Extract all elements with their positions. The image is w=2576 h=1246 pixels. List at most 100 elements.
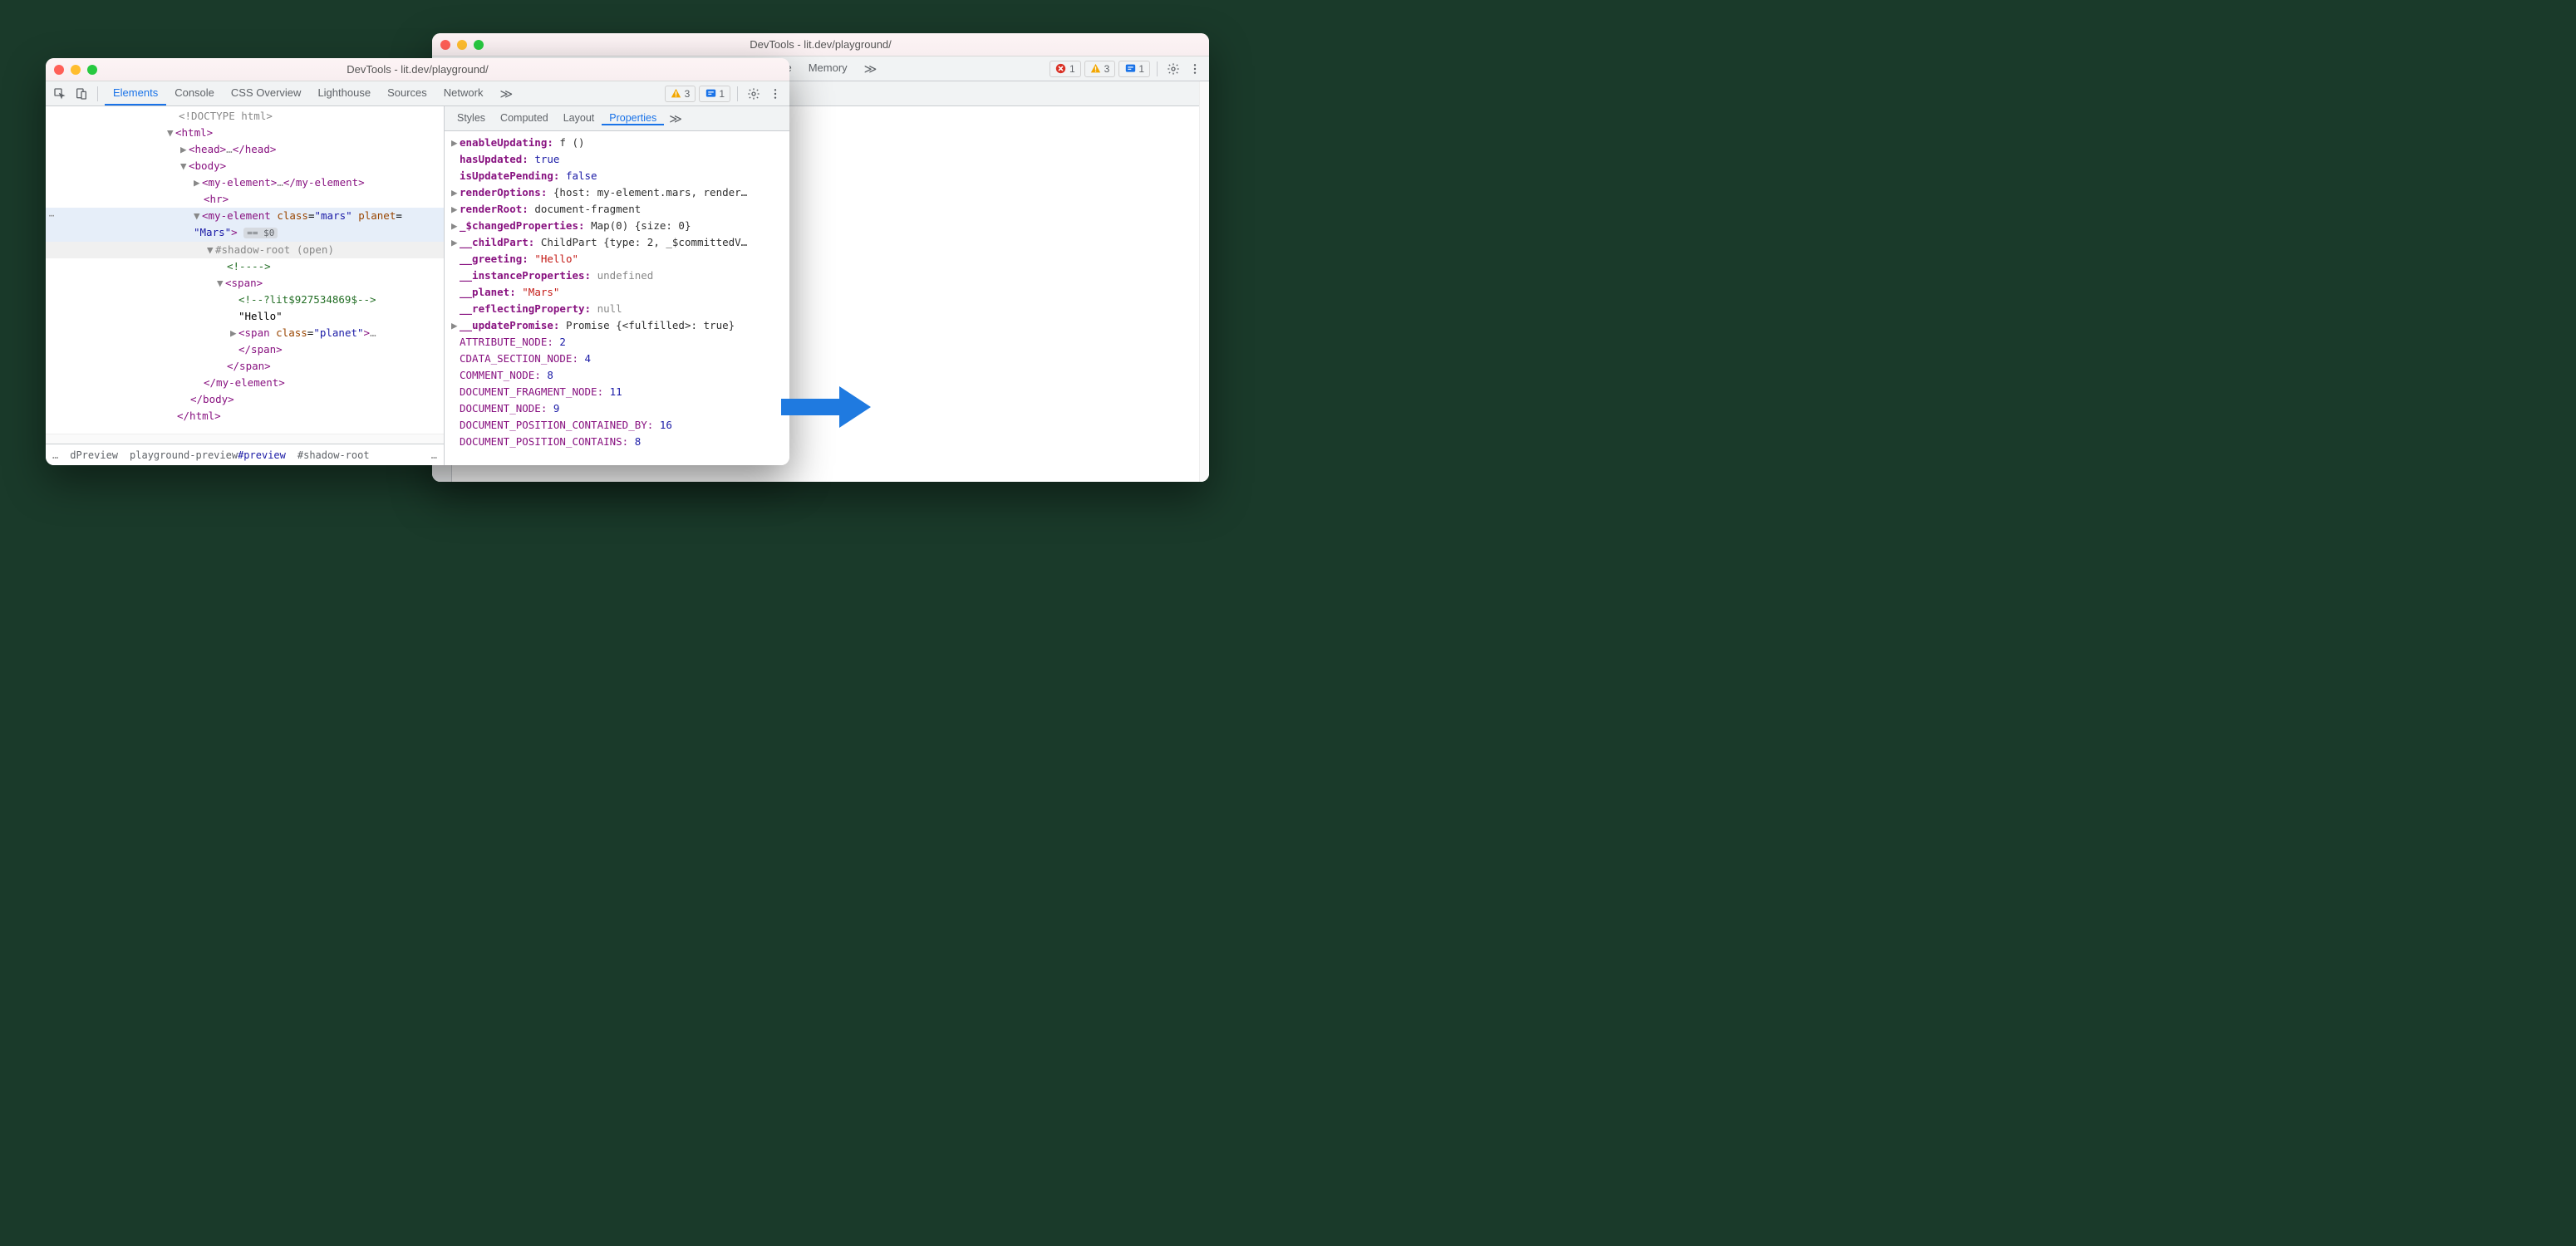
warnings-badge[interactable]: 3 bbox=[665, 86, 696, 102]
dom-node[interactable]: ▶<span class="planet">… bbox=[46, 325, 444, 341]
close-dot[interactable] bbox=[440, 40, 450, 50]
property-value: "Hello" bbox=[534, 253, 578, 265]
breadcrumb[interactable]: dPreview bbox=[70, 449, 118, 461]
close-dot[interactable] bbox=[54, 65, 64, 75]
property-row[interactable]: ▶__updatePromise: Promise {<fulfilled>: … bbox=[445, 317, 789, 334]
property-row[interactable]: ▶renderOptions: {host: my-element.mars, … bbox=[445, 184, 789, 201]
dom-node[interactable]: </body> bbox=[46, 391, 444, 408]
property-row[interactable]: COMMENT_NODE: 8 bbox=[445, 367, 789, 384]
property-value: document-fragment bbox=[534, 203, 641, 215]
dom-node[interactable]: </span> bbox=[46, 341, 444, 358]
dom-comment[interactable]: <!----> bbox=[46, 258, 444, 275]
property-row[interactable]: DOCUMENT_POSITION_CONTAINS: 8 bbox=[445, 434, 789, 450]
settings-icon[interactable] bbox=[1164, 60, 1182, 78]
dom-node[interactable]: ▼<html> bbox=[46, 125, 444, 141]
dom-node[interactable]: </span> bbox=[46, 358, 444, 375]
kebab-menu-icon[interactable] bbox=[766, 85, 784, 103]
tabs-overflow-icon[interactable]: ≫ bbox=[494, 86, 518, 101]
device-toggle-icon[interactable] bbox=[72, 85, 91, 103]
zoom-dot[interactable] bbox=[87, 65, 97, 75]
dom-node[interactable]: </my-element> bbox=[46, 375, 444, 391]
property-row[interactable]: ▶enableUpdating: f () bbox=[445, 135, 789, 151]
dom-tree[interactable]: <!DOCTYPE html> ▼<html> ▶<head>…</head> … bbox=[46, 106, 444, 434]
property-row[interactable]: ▶renderRoot: document-fragment bbox=[445, 201, 789, 218]
expand-triangle-icon[interactable]: ▶ bbox=[451, 317, 460, 334]
tab-elements[interactable]: Elements bbox=[105, 81, 166, 105]
breadcrumbs-overflow-left-icon[interactable]: … bbox=[52, 449, 58, 461]
property-value: ChildPart {type: 2, _$committedV… bbox=[541, 236, 747, 248]
property-key: DOCUMENT_NODE bbox=[460, 402, 541, 415]
breadcrumbs-overflow-right-icon[interactable]: … bbox=[431, 449, 437, 461]
property-row[interactable]: hasUpdated: true bbox=[445, 151, 789, 168]
warnings-count: 3 bbox=[685, 88, 691, 100]
warnings-badge[interactable]: 3 bbox=[1084, 61, 1116, 77]
issues-count: 1 bbox=[719, 88, 725, 100]
dom-node[interactable]: ▼<body> bbox=[46, 158, 444, 174]
expand-triangle-icon[interactable]: ▶ bbox=[451, 184, 460, 201]
kebab-menu-icon[interactable] bbox=[1186, 60, 1204, 78]
property-value: 2 bbox=[559, 336, 566, 348]
property-row[interactable]: __reflectingProperty: null bbox=[445, 301, 789, 317]
side-panel: Styles Computed Layout Properties ≫ ▶ena… bbox=[445, 106, 789, 465]
dom-node[interactable]: ▶<head>…</head> bbox=[46, 141, 444, 158]
dom-text[interactable]: "Hello" bbox=[46, 308, 444, 325]
property-key: isUpdatePending bbox=[460, 169, 553, 182]
dom-node-selected[interactable]: ⋯ ▼<my-element class="mars" planet= bbox=[46, 208, 444, 224]
dom-comment[interactable]: <!--?lit$927534869$--> bbox=[46, 292, 444, 308]
property-row[interactable]: isUpdatePending: false bbox=[445, 168, 789, 184]
dom-node[interactable]: ▶<my-element>…</my-element> bbox=[46, 174, 444, 191]
tab-network[interactable]: Network bbox=[435, 81, 492, 105]
inspect-icon[interactable] bbox=[51, 85, 69, 103]
property-row[interactable]: ATTRIBUTE_NODE: 2 bbox=[445, 334, 789, 351]
tab-lighthouse[interactable]: Lighthouse bbox=[309, 81, 379, 105]
dom-node[interactable]: ▼<span> bbox=[46, 275, 444, 292]
side-tab-layout[interactable]: Layout bbox=[556, 112, 602, 125]
expand-triangle-icon[interactable]: ▶ bbox=[451, 201, 460, 218]
tab-sources[interactable]: Sources bbox=[379, 81, 435, 105]
property-row[interactable]: ▶__childPart: ChildPart {type: 2, _$comm… bbox=[445, 234, 789, 251]
issues-badge[interactable]: 1 bbox=[1118, 61, 1150, 77]
dom-node-selected-cont[interactable]: "Mars"> == $0 bbox=[46, 224, 444, 242]
issues-badge[interactable]: 1 bbox=[699, 86, 730, 102]
scrollbar[interactable] bbox=[1199, 81, 1209, 482]
titlebar: DevTools - lit.dev/playground/ bbox=[46, 58, 789, 81]
side-tab-computed[interactable]: Computed bbox=[493, 112, 556, 125]
expand-triangle-icon[interactable]: ▶ bbox=[451, 218, 460, 234]
dom-node[interactable]: </html> bbox=[46, 408, 444, 424]
expand-triangle-icon[interactable]: ▶ bbox=[451, 135, 460, 151]
property-row[interactable]: __instanceProperties: undefined bbox=[445, 267, 789, 284]
property-row[interactable]: __greeting: "Hello" bbox=[445, 251, 789, 267]
minimize-dot[interactable] bbox=[71, 65, 81, 75]
breadcrumb[interactable]: #shadow-root bbox=[297, 449, 370, 461]
tabs-overflow-icon[interactable]: ≫ bbox=[859, 61, 882, 76]
property-key: enableUpdating bbox=[460, 136, 547, 149]
breadcrumb[interactable]: playground-preview#preview bbox=[130, 449, 286, 461]
issues-icon bbox=[1124, 63, 1136, 75]
property-row[interactable]: DOCUMENT_FRAGMENT_NODE: 11 bbox=[445, 384, 789, 400]
minimize-dot[interactable] bbox=[457, 40, 467, 50]
side-tabs: Styles Computed Layout Properties ≫ bbox=[445, 106, 789, 131]
scrollbar-horizontal[interactable] bbox=[46, 434, 444, 444]
dom-node[interactable]: <hr> bbox=[46, 191, 444, 208]
property-row[interactable]: CDATA_SECTION_NODE: 4 bbox=[445, 351, 789, 367]
expand-triangle-icon[interactable]: ▶ bbox=[451, 234, 460, 251]
dom-node[interactable]: <!DOCTYPE html> bbox=[46, 108, 444, 125]
property-row[interactable]: ▶_$changedProperties: Map(0) {size: 0} bbox=[445, 218, 789, 234]
side-tabs-overflow-icon[interactable]: ≫ bbox=[664, 111, 687, 126]
property-row[interactable]: __planet: "Mars" bbox=[445, 284, 789, 301]
dom-shadow-root[interactable]: ▼#shadow-root (open) bbox=[46, 242, 444, 258]
errors-badge[interactable]: 1 bbox=[1050, 61, 1081, 77]
side-tab-properties[interactable]: Properties bbox=[602, 112, 664, 125]
tab-css-overview[interactable]: CSS Overview bbox=[223, 81, 310, 105]
settings-icon[interactable] bbox=[745, 85, 763, 103]
property-value: undefined bbox=[597, 269, 654, 282]
tab-memory[interactable]: Memory bbox=[800, 56, 856, 81]
gutter-more-icon[interactable]: ⋯ bbox=[46, 208, 57, 224]
property-row[interactable]: DOCUMENT_POSITION_CONTAINED_BY: 16 bbox=[445, 417, 789, 434]
zoom-dot[interactable] bbox=[474, 40, 484, 50]
property-row[interactable]: DOCUMENT_NODE: 9 bbox=[445, 400, 789, 417]
properties-list[interactable]: ▶enableUpdating: f ()hasUpdated: trueisU… bbox=[445, 131, 789, 465]
property-key: __greeting bbox=[460, 253, 522, 265]
tab-console[interactable]: Console bbox=[166, 81, 223, 105]
side-tab-styles[interactable]: Styles bbox=[450, 112, 493, 125]
